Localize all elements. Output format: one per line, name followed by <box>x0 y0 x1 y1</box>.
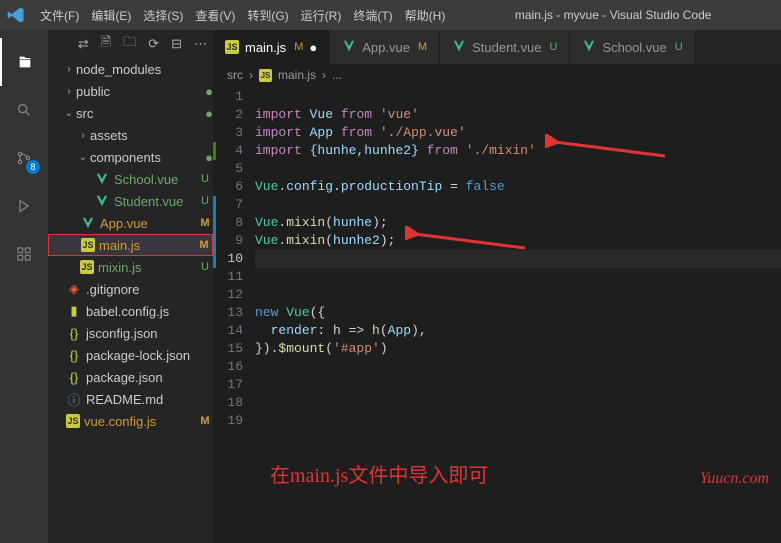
tree-readme[interactable]: ⓘREADME.md <box>48 388 213 410</box>
menu-goto[interactable]: 转到(G) <box>247 7 288 24</box>
activity-explorer-icon[interactable] <box>0 38 48 86</box>
tree-student[interactable]: Student.vueU <box>48 190 213 212</box>
scm-badge: 8 <box>26 160 40 174</box>
babel-icon: ▮ <box>66 303 82 319</box>
tree-pkg[interactable]: {}package.json <box>48 366 213 388</box>
vue-icon <box>452 39 466 56</box>
tree-public[interactable]: ›public● <box>48 80 213 102</box>
tree-node-modules[interactable]: ›node_modules <box>48 58 213 80</box>
activity-scm-icon[interactable]: 8 <box>0 134 48 182</box>
tree-school[interactable]: School.vueU <box>48 168 213 190</box>
js-icon: JS <box>81 238 95 252</box>
window-title: main.js - myvue - Visual Studio Code <box>451 8 775 22</box>
tree-mixin[interactable]: JSmixin.jsU <box>48 256 213 278</box>
tab-school[interactable]: School.vueU <box>570 30 695 64</box>
tree-assets[interactable]: ›assets <box>48 124 213 146</box>
tree-pkglock[interactable]: {}package-lock.json <box>48 344 213 366</box>
js-icon: JS <box>225 40 239 54</box>
menu-file[interactable]: 文件(F) <box>40 7 79 24</box>
explorer-toolbar: ⇄ 🗎 🗀 ⟳ ⊟ ⋯ <box>48 30 213 58</box>
info-icon: ⓘ <box>66 390 82 409</box>
file-tree: ›node_modules ›public● ⌄src● ›assets ⌄co… <box>48 58 213 543</box>
tree-main[interactable]: JSmain.jsM <box>48 234 213 256</box>
tree-src[interactable]: ⌄src● <box>48 102 213 124</box>
js-icon: JS <box>259 69 272 82</box>
editor-tabs: JSmain.jsM● App.vueM Student.vueU School… <box>213 30 781 64</box>
vue-icon <box>582 39 596 56</box>
js-icon: JS <box>66 414 80 428</box>
vue-icon <box>342 39 356 56</box>
explorer-flip-icon[interactable]: ⇄ <box>78 36 89 52</box>
activitybar: 8 <box>0 30 48 543</box>
tree-babel[interactable]: ▮babel.config.js <box>48 300 213 322</box>
activity-search-icon[interactable] <box>0 86 48 134</box>
menu-terminal[interactable]: 终端(T) <box>353 7 392 24</box>
vue-icon <box>94 172 110 186</box>
tree-jsconfig[interactable]: {}jsconfig.json <box>48 322 213 344</box>
tab-main[interactable]: JSmain.jsM● <box>213 30 330 64</box>
git-icon: ◈ <box>66 281 82 297</box>
annotation-text: 在main.js文件中导入即可 <box>270 459 488 488</box>
js-icon: JS <box>80 260 94 274</box>
vue-icon <box>94 194 110 208</box>
new-file-icon[interactable]: 🗎 <box>101 33 111 55</box>
menu-run[interactable]: 运行(R) <box>301 7 342 24</box>
menu-select[interactable]: 选择(S) <box>143 7 183 24</box>
modified-dot-icon: ● <box>309 40 317 55</box>
activity-debug-icon[interactable] <box>0 182 48 230</box>
json-icon: {} <box>66 348 82 363</box>
more-icon[interactable]: ⋯ <box>194 36 207 52</box>
json-icon: {} <box>66 370 82 385</box>
tree-vueconfig[interactable]: JSvue.config.jsM <box>48 410 213 432</box>
collapse-icon[interactable]: ⊟ <box>171 36 182 52</box>
menu-help[interactable]: 帮助(H) <box>405 7 446 24</box>
watermark: Yuucn.com <box>700 470 769 488</box>
refresh-icon[interactable]: ⟳ <box>148 36 159 52</box>
tab-app[interactable]: App.vueM <box>330 30 440 64</box>
vue-icon <box>80 216 96 230</box>
json-icon: {} <box>66 326 82 341</box>
tree-components[interactable]: ⌄components● <box>48 146 213 168</box>
menu-edit[interactable]: 编辑(E) <box>91 7 131 24</box>
tree-gitignore[interactable]: ◈.gitignore <box>48 278 213 300</box>
menu-view[interactable]: 查看(V) <box>195 7 235 24</box>
activity-extensions-icon[interactable] <box>0 230 48 278</box>
new-folder-icon[interactable]: 🗀 <box>123 33 136 55</box>
sidebar: ⇄ 🗎 🗀 ⟳ ⊟ ⋯ ›node_modules ›public● ⌄src●… <box>48 30 213 543</box>
tree-app[interactable]: App.vueM <box>48 212 213 234</box>
line-gutter: 12345 678910 1112131415 16171819 <box>213 86 255 543</box>
tab-student[interactable]: Student.vueU <box>440 30 570 64</box>
breadcrumb[interactable]: src› JS main.js›... <box>213 64 781 86</box>
vscode-logo-icon <box>6 5 26 25</box>
titlebar: 文件(F) 编辑(E) 选择(S) 查看(V) 转到(G) 运行(R) 终端(T… <box>0 0 781 30</box>
